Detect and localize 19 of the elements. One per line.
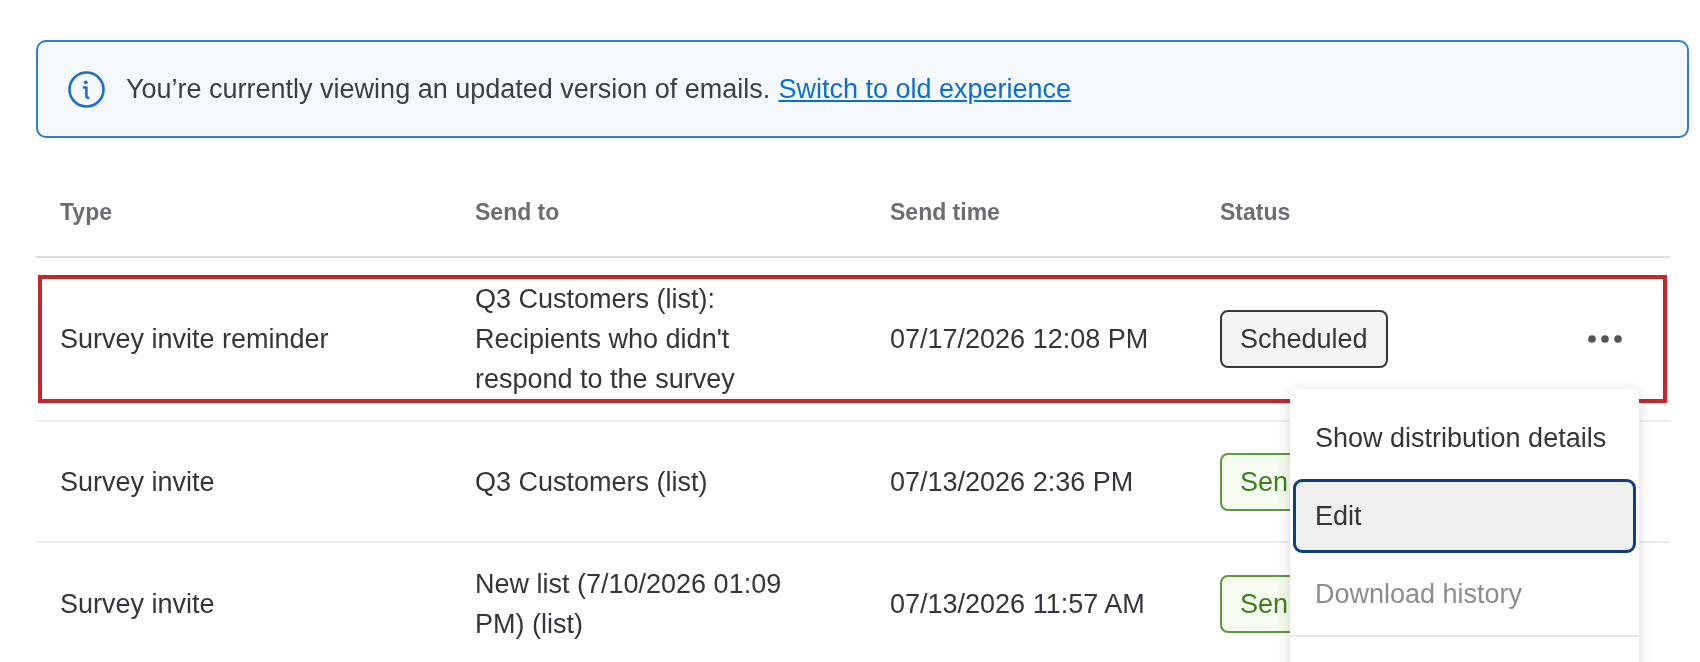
column-header: Type — [60, 198, 112, 226]
table-cell-text: 07/13/2026 2:36 PM — [890, 465, 1134, 499]
table-cell-text: 07/13/2026 11:57 AM — [890, 588, 1145, 621]
column-header: Send time — [890, 198, 1000, 226]
switch-experience-link[interactable]: Switch to old experience — [778, 73, 1072, 105]
table-cell-text: New list (7/10/2026 01:09 PM) (list) — [475, 568, 783, 641]
table-cell-text: Survey invite — [60, 588, 215, 621]
table-cell-text: 07/17/2026 12:08 PM — [890, 323, 1149, 356]
table-cell-text: Survey invite — [60, 465, 215, 499]
column-header: Status — [1220, 198, 1291, 226]
more-options-icon[interactable] — [1588, 335, 1622, 343]
status-badge: Scheduled — [1220, 310, 1388, 368]
banner-message: You’re currently viewing an updated version of emails. — [126, 73, 771, 105]
info-icon — [68, 70, 105, 108]
column-header: Send to — [475, 198, 560, 226]
table-cell-text: Q3 Customers (list): Recipients who didn't respond to the survey — [475, 283, 736, 396]
menu-item[interactable]: Edit — [1293, 479, 1636, 553]
table-cell-text: Q3 Customers (list) — [475, 465, 708, 499]
table-cell-text: Survey invite reminder — [60, 323, 329, 356]
